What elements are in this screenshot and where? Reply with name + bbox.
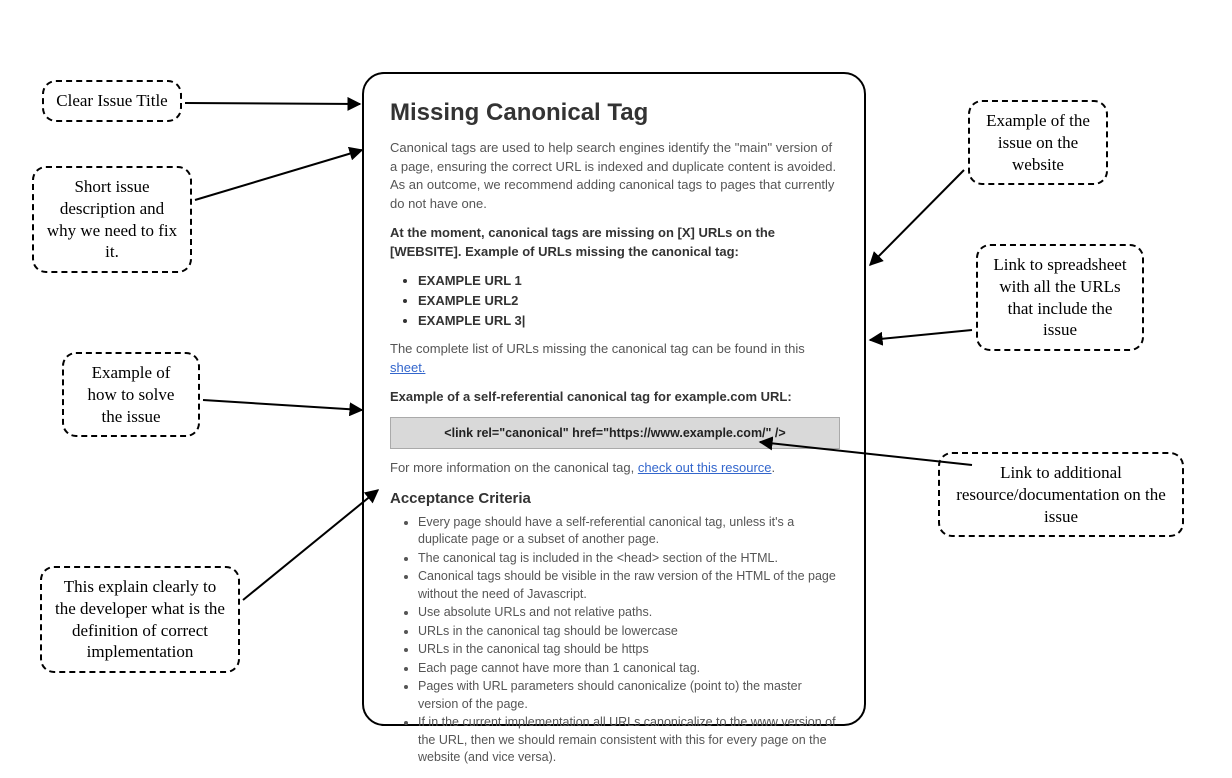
acceptance-item: URLs in the canonical tag should be lowe…: [418, 623, 838, 641]
example-url-item: EXAMPLE URL2: [418, 292, 838, 311]
sheet-link[interactable]: sheet.: [390, 360, 425, 375]
acceptance-list: Every page should have a self-referentia…: [390, 514, 838, 767]
more-info-pre: For more information on the canonical ta…: [390, 460, 638, 475]
acceptance-heading: Acceptance Criteria: [390, 488, 838, 510]
annotation-link-sheet: Link to spreadsheet with all the URLs th…: [976, 244, 1144, 351]
annotation-example-solve: Example of how to solve the issue: [62, 352, 200, 437]
example-url-item: EXAMPLE URL 3|: [418, 312, 838, 331]
self-ref-heading: Example of a self-referential canonical …: [390, 388, 838, 407]
acceptance-item: Each page cannot have more than 1 canoni…: [418, 660, 838, 678]
acceptance-item: Canonical tags should be visible in the …: [418, 568, 838, 603]
annotation-example-issue: Example of the issue on the website: [968, 100, 1108, 185]
acceptance-item: Use absolute URLs and not relative paths…: [418, 604, 838, 622]
issue-card: Missing Canonical Tag Canonical tags are…: [362, 72, 866, 726]
acceptance-item: Pages with URL parameters should canonic…: [418, 678, 838, 713]
issue-intro: Canonical tags are used to help search e…: [390, 139, 838, 214]
annotation-link-resource: Link to additional resource/documentatio…: [938, 452, 1184, 537]
code-sample: <link rel="canonical" href="https://www.…: [390, 417, 840, 449]
issue-status-line: At the moment, canonical tags are missin…: [390, 224, 838, 262]
example-url-list: EXAMPLE URL 1 EXAMPLE URL2 EXAMPLE URL 3…: [390, 272, 838, 331]
more-info-sentence: For more information on the canonical ta…: [390, 459, 838, 478]
more-info-post: .: [772, 460, 776, 475]
complete-list-text: The complete list of URLs missing the ca…: [390, 341, 805, 356]
acceptance-item: If in the current implementation all URL…: [418, 714, 838, 767]
issue-title: Missing Canonical Tag: [390, 96, 838, 131]
annotation-short-desc: Short issue description and why we need …: [32, 166, 192, 273]
annotation-explain-dev: This explain clearly to the developer wh…: [40, 566, 240, 673]
acceptance-item: Every page should have a self-referentia…: [418, 514, 838, 549]
annotation-clear-title: Clear Issue Title: [42, 80, 182, 122]
resource-link[interactable]: check out this resource: [638, 460, 772, 475]
complete-list-sentence: The complete list of URLs missing the ca…: [390, 340, 838, 378]
example-url-item: EXAMPLE URL 1: [418, 272, 838, 291]
acceptance-item: The canonical tag is included in the <he…: [418, 550, 838, 568]
acceptance-item: URLs in the canonical tag should be http…: [418, 641, 838, 659]
